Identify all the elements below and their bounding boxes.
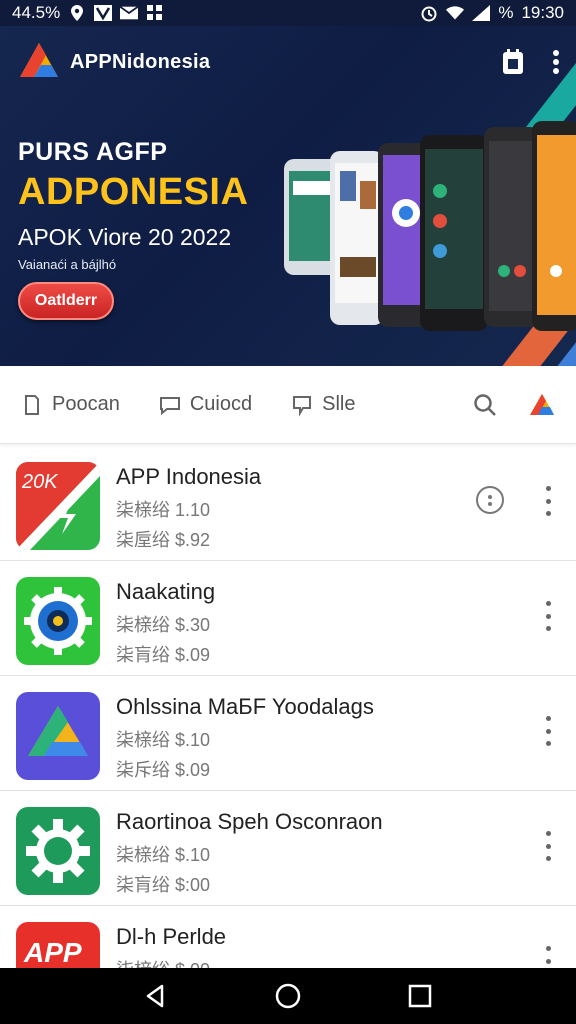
hero-cta-button[interactable]: Oatlderr [18, 282, 114, 320]
app-meta-2: 柒肓绤 $:00 [116, 875, 211, 895]
phone-4 [420, 135, 488, 331]
app-name: Ohlssina MaБF Yoodalags [116, 694, 374, 719]
alarm-icon [420, 5, 438, 22]
app-meta-2: 柒肓绤 $.09 [116, 645, 211, 665]
home-icon[interactable] [274, 982, 302, 1010]
list-item[interactable]: Ohlssina MaБF Yoodalags 柒榇绤 $.10 柒斥绤 $.0… [0, 676, 576, 791]
check-badge-icon [94, 5, 113, 21]
app-list: 20K APP Indonesia 柒榇绤 1.10 柒垕绤 $.92 Naak… [0, 446, 576, 1021]
app-meta-1: 柒榇绤 $.30 [116, 615, 211, 635]
app-name: Naakating [116, 579, 216, 604]
app-meta-1: 柒榇绤 1.10 [116, 500, 211, 520]
gear-lens-app-icon [16, 577, 100, 665]
wifi-icon [446, 5, 465, 21]
signal-percent: % [498, 3, 514, 22]
battery-percent: 44.5% [12, 3, 61, 22]
more-vert-icon[interactable] [542, 486, 554, 516]
list-item[interactable]: Naakating 柒榇绤 $.30 柒肓绤 $.09 [0, 561, 576, 676]
calendar-icon[interactable] [502, 49, 524, 75]
hero-text: PURS AGFP ADPONESIA APOK Viore 20 2022 V… [18, 138, 248, 272]
signal-icon [472, 5, 491, 21]
list-item[interactable]: 20K APP Indonesia 柒榇绤 1.10 柒垕绤 $.92 [0, 446, 576, 561]
app-name: Dl-h Perlde [116, 924, 227, 949]
icon-badge-text: APP [23, 937, 82, 968]
app-meta-1: 柒榇绤 $.10 [116, 845, 211, 865]
more-vert-icon[interactable] [542, 601, 554, 631]
tab-label: Poocan [52, 393, 120, 415]
flag-icon [293, 395, 312, 417]
status-bar: 44.5% % 19:30 [0, 0, 576, 26]
mail-icon [120, 5, 139, 21]
phone-6 [532, 121, 576, 331]
app-bar: APPNidonesia [0, 26, 576, 98]
app-meta-1: 柒榇绤 $.10 [116, 730, 211, 750]
more-vert-icon[interactable] [552, 49, 560, 75]
chat-icon [159, 396, 180, 415]
clock: 19:30 [521, 3, 564, 22]
info-icon[interactable] [476, 486, 504, 514]
more-vert-icon[interactable] [542, 831, 554, 861]
search-icon[interactable] [472, 392, 498, 418]
phone-5 [484, 127, 540, 327]
hero-caption: Vaianaći a bájlhó [18, 257, 117, 272]
hero-headline: ADPONESIA [18, 171, 249, 213]
more-vert-icon[interactable] [542, 716, 554, 746]
bookmark-icon [25, 394, 39, 415]
phone-2 [330, 151, 384, 325]
drive-app-icon [16, 692, 100, 780]
tab-slle[interactable]: Slle [290, 393, 355, 417]
recents-icon[interactable] [406, 982, 434, 1010]
phones-illustration [284, 121, 576, 331]
tab-cuiocd[interactable]: Cuiocd [158, 393, 252, 417]
tab-label: Slle [322, 393, 356, 415]
app-logo-icon [20, 43, 58, 77]
back-icon[interactable] [142, 982, 170, 1010]
app-name: Raortinoa Speh Osconraon [116, 809, 383, 834]
app-name: APP Indonesia [116, 464, 262, 489]
icon-badge-text: 20K [21, 471, 59, 493]
hero-kicker: PURS AGFP [18, 138, 168, 166]
bolt-app-icon: 20K [16, 462, 100, 550]
system-nav-bar [0, 968, 576, 1024]
list-item[interactable]: Raortinoa Speh Osconraon 柒榇绤 $.10 柒肓绤 $:… [0, 791, 576, 906]
hero-subtitle: APOK Viore 20 2022 [18, 224, 232, 250]
tab-label: Cuiocd [189, 393, 253, 415]
gear-app-icon [16, 807, 100, 895]
multicolor-logo-icon[interactable] [528, 391, 556, 419]
hero-banner[interactable]: APPNidonesia PURS AGFP ADPONESIA APOK Vi… [0, 26, 576, 366]
tab-bar: Poocan Cuiocd Slle [0, 366, 576, 444]
app-meta-2: 柒斥绤 $.09 [116, 760, 211, 780]
app-meta-2: 柒垕绤 $.92 [116, 530, 211, 550]
location-icon [68, 5, 86, 21]
grid-icon [146, 5, 164, 21]
app-title: APPNidonesia [70, 50, 211, 73]
tab-poocan[interactable]: Poocan [20, 393, 120, 417]
